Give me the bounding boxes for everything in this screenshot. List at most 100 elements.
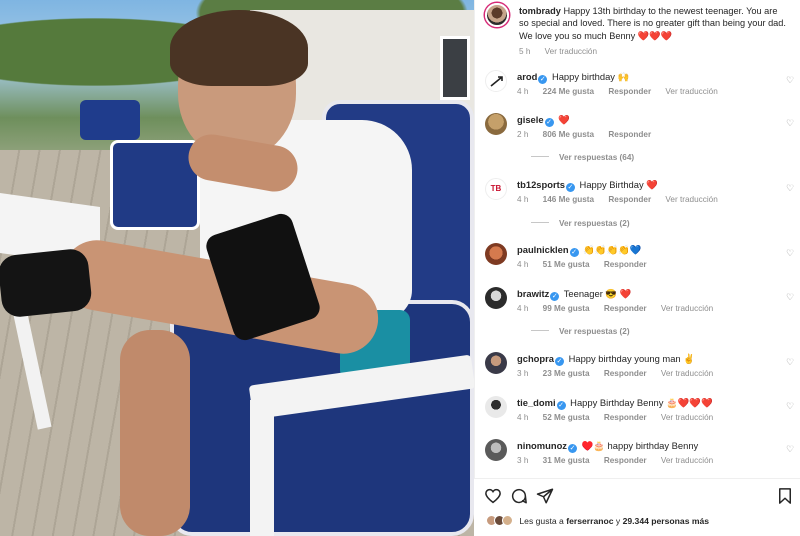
view-replies-label: Ver respuestas (2) — [559, 327, 630, 336]
comment-username[interactable]: ninomunoz — [517, 440, 567, 451]
caption-emoji: ❤️❤️❤️ — [637, 30, 673, 41]
translate-link[interactable]: Ver traducción — [661, 413, 713, 422]
background-chair-2 — [110, 140, 200, 230]
author-avatar[interactable] — [485, 3, 509, 27]
reply-link[interactable]: Responder — [604, 413, 647, 422]
comment-text: Happy Birthday Benny 🎂❤️❤️❤️ — [570, 397, 713, 408]
comment-bubble-icon[interactable] — [510, 487, 528, 505]
heart-outline-icon[interactable] — [484, 487, 502, 505]
comment-avatar[interactable] — [485, 113, 507, 135]
reply-link[interactable]: Responder — [604, 456, 647, 465]
verified-badge-icon: ✓ — [569, 248, 579, 257]
comment-avatar[interactable]: TB — [485, 178, 507, 200]
paper-plane-icon[interactable] — [536, 487, 554, 505]
comment-likes[interactable]: 806 Me gusta — [543, 130, 594, 139]
comment: paulnicklen ✓ 👏👏👏👏💙 4 h 51 Me gusta Respo… — [485, 243, 795, 273]
comment-avatar[interactable] — [485, 352, 507, 374]
author-username[interactable]: tombrady — [519, 6, 561, 16]
translate-link[interactable]: Ver traducción — [661, 304, 713, 313]
view-replies-label: Ver respuestas (64) — [559, 153, 635, 162]
post-caption: tombrady Happy 13th birthday to the newe… — [485, 3, 795, 59]
boy-shin — [120, 330, 190, 536]
comment: ninomunoz ✓ ♥️🎂 happy birthday Benny 3 h … — [485, 439, 795, 469]
liker-avatar — [502, 515, 513, 526]
comment-like-heart-icon[interactable]: ♡ — [785, 401, 795, 411]
comment-avatar[interactable] — [485, 70, 507, 92]
boy-hair — [170, 10, 308, 86]
comment-time: 4 h — [517, 87, 529, 96]
translate-link[interactable]: Ver traducción — [665, 87, 717, 96]
reply-link[interactable]: Responder — [604, 369, 647, 378]
comments-panel: tombrady Happy 13th birthday to the newe… — [474, 0, 800, 536]
comment-like-heart-icon[interactable]: ♡ — [785, 444, 795, 454]
comment-time: 4 h — [517, 260, 529, 269]
comment-username[interactable]: tie_domi — [517, 397, 556, 408]
comment-likes[interactable]: 52 Me gusta — [543, 413, 590, 422]
reply-link[interactable]: Responder — [608, 195, 651, 204]
comment: gchopra ✓ Happy birthday young man ✌️ 3 h… — [485, 352, 795, 382]
verified-badge-icon: ✓ — [550, 292, 560, 301]
comment-likes[interactable]: 31 Me gusta — [543, 456, 590, 465]
comment-time: 4 h — [517, 413, 529, 422]
comment-likes[interactable]: 23 Me gusta — [543, 369, 590, 378]
translate-link[interactable]: Ver traducción — [661, 369, 713, 378]
comment-likes[interactable]: 146 Me gusta — [543, 195, 594, 204]
likes-count[interactable]: 29.344 personas más — [623, 516, 709, 526]
caption-translate-link[interactable]: Ver traducción — [545, 47, 597, 56]
comment: tie_domi ✓ Happy Birthday Benny 🎂❤️❤️❤️ 4… — [485, 396, 795, 426]
comment-avatar[interactable] — [485, 287, 507, 309]
comment-username[interactable]: gchopra — [517, 353, 554, 364]
comment: gisele ✓ ❤️ 2 h 806 Me gusta Responder Ve… — [485, 113, 795, 167]
view-replies-link[interactable]: Ver respuestas (2) — [531, 327, 630, 336]
view-replies-link[interactable]: Ver respuestas (64) — [531, 153, 634, 162]
comment-avatar[interactable] — [485, 439, 507, 461]
reply-link[interactable]: Responder — [604, 304, 647, 313]
comment-time: 3 h — [517, 369, 529, 378]
comment: arod ✓ Happy birthday 🙌 4 h 224 Me gusta … — [485, 70, 795, 100]
view-replies-link[interactable]: Ver respuestas (2) — [531, 219, 630, 228]
comment-username[interactable]: paulnicklen — [517, 244, 569, 255]
chair-armrest-leg — [250, 400, 274, 536]
verified-badge-icon: ✓ — [538, 75, 548, 84]
background-chair — [80, 100, 140, 140]
comment-time: 3 h — [517, 456, 529, 465]
comment-like-heart-icon[interactable]: ♡ — [785, 292, 795, 302]
likes-prefix: Les gusta a — [519, 516, 564, 526]
comment-username[interactable]: gisele — [517, 114, 544, 125]
comment-avatar[interactable] — [485, 396, 507, 418]
comment-text: 👏👏👏👏💙 — [583, 244, 642, 255]
comment-like-heart-icon[interactable]: ♡ — [785, 248, 795, 258]
translate-link[interactable]: Ver traducción — [665, 195, 717, 204]
reply-link[interactable]: Responder — [608, 87, 651, 96]
post-photo[interactable] — [0, 0, 474, 536]
comment: brawitz ✓ Teenager 😎 ❤️ 4 h 99 Me gusta R… — [485, 287, 795, 341]
tb12-logo: TB — [490, 184, 502, 193]
comment-username[interactable]: tb12sports — [517, 179, 565, 190]
replies-divider — [531, 156, 549, 157]
comment-like-heart-icon[interactable]: ♡ — [785, 357, 795, 367]
comment-text: Happy Birthday ❤️ — [579, 179, 658, 190]
comment-like-heart-icon[interactable]: ♡ — [785, 183, 795, 193]
comment-username[interactable]: arod — [517, 71, 537, 82]
comment-like-heart-icon[interactable]: ♡ — [785, 118, 795, 128]
sandal — [0, 247, 93, 319]
comment-text: Happy birthday young man ✌️ — [568, 353, 695, 364]
translate-link[interactable]: Ver traducción — [661, 456, 713, 465]
reply-link[interactable]: Responder — [608, 130, 651, 139]
post-action-bar: Les gusta a ferserranoc y 29.344 persona… — [474, 478, 800, 536]
comment-likes[interactable]: 224 Me gusta — [543, 87, 594, 96]
verified-badge-icon: ✓ — [554, 357, 564, 366]
comment-like-heart-icon[interactable]: ♡ — [785, 75, 795, 85]
reply-link[interactable]: Responder — [604, 260, 647, 269]
likes-summary[interactable]: Les gusta a ferserranoc y 29.344 persona… — [486, 515, 709, 526]
likes-user[interactable]: ferserranoc — [566, 516, 613, 526]
comment-likes[interactable]: 99 Me gusta — [543, 304, 590, 313]
comment-likes[interactable]: 51 Me gusta — [543, 260, 590, 269]
likes-middle: y — [615, 516, 621, 526]
verified-badge-icon: ✓ — [565, 183, 575, 192]
comment-avatar[interactable] — [485, 243, 507, 265]
comment-time: 4 h — [517, 195, 529, 204]
comment-username[interactable]: brawitz — [517, 288, 549, 299]
bookmark-icon[interactable] — [776, 487, 794, 505]
verified-badge-icon: ✓ — [544, 118, 554, 127]
